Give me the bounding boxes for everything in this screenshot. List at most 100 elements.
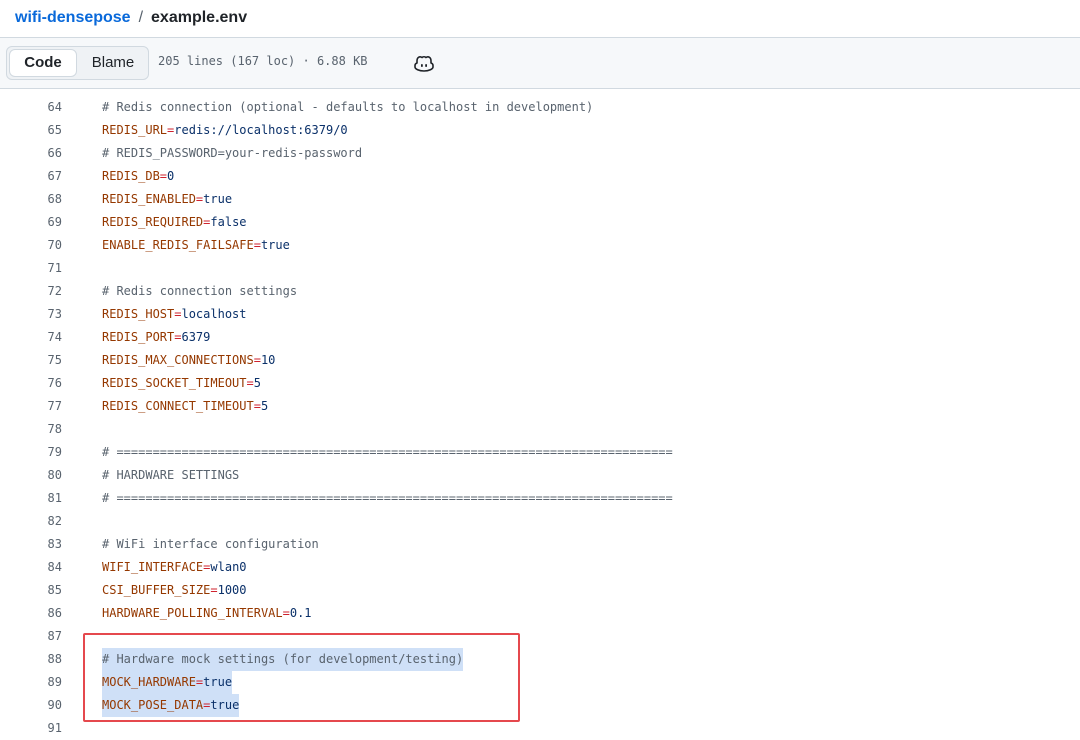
line-number[interactable]: 82 <box>0 510 62 533</box>
code-token: true <box>203 192 233 206</box>
code-line: 67 REDIS_DB=0 <box>0 165 1080 188</box>
line-content: REDIS_HOST=localhost <box>102 303 247 326</box>
line-number[interactable]: 83 <box>0 533 62 556</box>
code-token: REDIS_SOCKET_TIMEOUT <box>102 376 247 390</box>
code-token: # Redis connection (optional - defaults … <box>102 100 594 114</box>
breadcrumb: wifi-densepose / example.env <box>0 0 1080 36</box>
code-token: true <box>260 238 290 252</box>
line-number[interactable]: 81 <box>0 487 62 510</box>
line-content: # Hardware mock settings (for developmen… <box>102 648 464 671</box>
line-content: REDIS_SOCKET_TIMEOUT=5 <box>102 372 261 395</box>
code-token: # WiFi interface configuration <box>102 537 319 551</box>
line-content: REDIS_REQUIRED=false <box>102 211 247 234</box>
code-line: 65 REDIS_URL=redis://localhost:6379/0 <box>0 119 1080 142</box>
copilot-icon[interactable] <box>413 52 435 74</box>
line-number[interactable]: 84 <box>0 556 62 579</box>
line-number[interactable]: 89 <box>0 671 62 694</box>
code-token: REDIS_REQUIRED <box>102 215 204 229</box>
blame-view-button[interactable]: Blame <box>79 49 147 77</box>
code-token: REDIS_CONNECT_TIMEOUT <box>102 399 254 413</box>
code-token: REDIS_MAX_CONNECTIONS <box>102 353 254 367</box>
code-token: REDIS_DB <box>102 169 160 183</box>
code-line: 82 <box>0 510 1080 533</box>
code-line: 75 REDIS_MAX_CONNECTIONS=10 <box>0 349 1080 372</box>
code-token: # Redis connection settings <box>102 284 298 298</box>
line-number[interactable]: 75 <box>0 349 62 372</box>
line-content: REDIS_CONNECT_TIMEOUT=5 <box>102 395 268 418</box>
code-line: 74 REDIS_PORT=6379 <box>0 326 1080 349</box>
file-toolbar: Code Blame 205 lines (167 loc) · 6.88 KB <box>0 37 1080 89</box>
line-number[interactable]: 67 <box>0 165 62 188</box>
code-token: wlan0 <box>210 560 247 574</box>
code-token: = <box>282 606 290 620</box>
code-line: 68 REDIS_ENABLED=true <box>0 188 1080 211</box>
line-number[interactable]: 64 <box>0 96 62 119</box>
line-content: # WiFi interface configuration <box>102 533 319 556</box>
code-token: # ======================================… <box>102 491 673 505</box>
code-token: = <box>253 353 261 367</box>
code-token: WIFI_INTERFACE <box>102 560 204 574</box>
line-number[interactable]: 70 <box>0 234 62 257</box>
code-token: REDIS_PORT <box>102 330 175 344</box>
code-line: 73 REDIS_HOST=localhost <box>0 303 1080 326</box>
line-number[interactable]: 86 <box>0 602 62 625</box>
line-content: HARDWARE_POLLING_INTERVAL=0.1 <box>102 602 312 625</box>
line-number[interactable]: 66 <box>0 142 62 165</box>
line-number[interactable]: 85 <box>0 579 62 602</box>
view-mode-toggle: Code Blame <box>6 46 149 80</box>
code-token: = <box>210 583 218 597</box>
code-view-button[interactable]: Code <box>9 49 77 77</box>
code-line: 90 MOCK_POSE_DATA=true <box>0 694 1080 717</box>
code-token: 5 <box>260 399 269 413</box>
code-line: 84 WIFI_INTERFACE=wlan0 <box>0 556 1080 579</box>
line-number[interactable]: 73 <box>0 303 62 326</box>
line-content: ENABLE_REDIS_FAILSAFE=true <box>102 234 290 257</box>
code-line: 69 REDIS_REQUIRED=false <box>0 211 1080 234</box>
breadcrumb-repo-link[interactable]: wifi-densepose <box>15 9 131 27</box>
code-line: 85 CSI_BUFFER_SIZE=1000 <box>0 579 1080 602</box>
code-line: 64 # Redis connection (optional - default… <box>0 96 1080 119</box>
line-number[interactable]: 91 <box>0 717 62 740</box>
code-token: 0 <box>167 169 175 183</box>
line-number[interactable]: 79 <box>0 441 62 464</box>
line-content: # ======================================… <box>102 441 673 464</box>
file-info: 205 lines (167 loc) · 6.88 KB <box>158 54 368 68</box>
line-content: REDIS_MAX_CONNECTIONS=10 <box>102 349 275 372</box>
line-number[interactable]: 71 <box>0 257 62 280</box>
line-content: REDIS_PORT=6379 <box>102 326 210 349</box>
line-number[interactable]: 80 <box>0 464 62 487</box>
code-token: REDIS_URL <box>102 123 168 137</box>
line-number[interactable]: 87 <box>0 625 62 648</box>
code-line: 76 REDIS_SOCKET_TIMEOUT=5 <box>0 372 1080 395</box>
code-token: 10 <box>260 353 276 367</box>
line-number[interactable]: 76 <box>0 372 62 395</box>
code-line: 88 # Hardware mock settings (for developm… <box>0 648 1080 671</box>
line-number[interactable]: 78 <box>0 418 62 441</box>
line-number[interactable]: 69 <box>0 211 62 234</box>
line-content: CSI_BUFFER_SIZE=1000 <box>102 579 247 602</box>
line-number[interactable]: 65 <box>0 119 62 142</box>
code-line: 80 # HARDWARE SETTINGS <box>0 464 1080 487</box>
line-content: REDIS_URL=redis://localhost:6379/0 <box>102 119 348 142</box>
code-token: 0.1 <box>289 606 312 620</box>
line-number[interactable]: 72 <box>0 280 62 303</box>
code-token: = <box>159 169 168 183</box>
line-content: MOCK_HARDWARE=true <box>102 671 233 694</box>
code-line: 70 ENABLE_REDIS_FAILSAFE=true <box>0 234 1080 257</box>
line-number[interactable]: 68 <box>0 188 62 211</box>
code-line: 86 HARDWARE_POLLING_INTERVAL=0.1 <box>0 602 1080 625</box>
line-number[interactable]: 88 <box>0 648 62 671</box>
code-token: REDIS_HOST <box>102 307 175 321</box>
code-line: 72 # Redis connection settings <box>0 280 1080 303</box>
code-token: MOCK_HARDWARE <box>102 675 196 689</box>
line-content: REDIS_DB=0 <box>102 165 174 188</box>
code-line: 71 <box>0 257 1080 280</box>
line-number[interactable]: 90 <box>0 694 62 717</box>
line-content: REDIS_ENABLED=true <box>102 188 232 211</box>
code-line: 83 # WiFi interface configuration <box>0 533 1080 556</box>
code-line: 79 # ====================================… <box>0 441 1080 464</box>
code-token: true <box>210 698 240 712</box>
line-number[interactable]: 77 <box>0 395 62 418</box>
code-token: REDIS_ENABLED <box>102 192 196 206</box>
line-number[interactable]: 74 <box>0 326 62 349</box>
